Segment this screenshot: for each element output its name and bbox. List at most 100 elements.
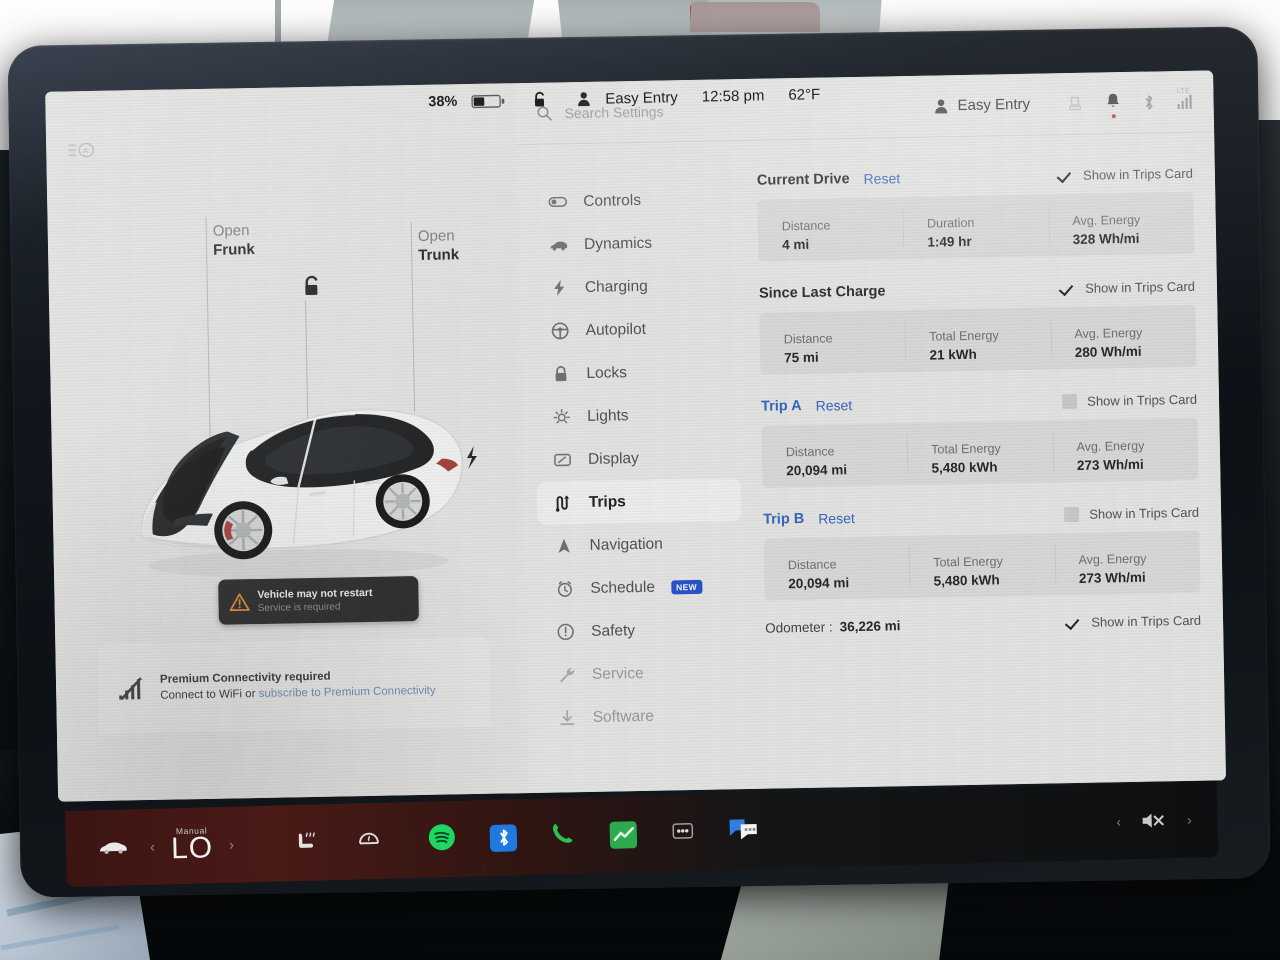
rear-defrost-icon[interactable] <box>356 830 383 853</box>
alert-title: Vehicle may not restart <box>257 586 373 601</box>
settings-nav-list[interactable]: Controls Dynamics Charging Autopilot Locks Li… <box>518 141 758 793</box>
sidebar-item-autopilot[interactable]: Autopilot <box>533 306 738 353</box>
sidebar-item-dynamics[interactable]: Dynamics <box>532 220 737 267</box>
car-seat-icon[interactable] <box>1066 95 1083 112</box>
checkbox[interactable] <box>1066 615 1081 630</box>
checkbox[interactable] <box>1062 393 1078 409</box>
bottom-bar-left: ‹ Manual LO › <box>92 824 251 868</box>
stat-cell: Total Energy 21 kWh <box>905 307 1051 372</box>
stat-value: 280 Wh/mi <box>1074 343 1142 360</box>
volume-down-button[interactable]: ‹ <box>1116 813 1121 829</box>
lte-signal-icon[interactable]: LTE <box>1177 87 1192 109</box>
checkbox[interactable] <box>1060 280 1075 295</box>
sidebar-item-label: Safety <box>590 621 636 640</box>
alert-subtitle: Service is required <box>257 600 341 614</box>
sidebar-item-locks[interactable]: Locks <box>534 349 739 396</box>
stat-label: Distance <box>785 443 835 459</box>
phone-icon[interactable] <box>551 820 577 852</box>
sidebar-item-safety[interactable]: Safety <box>539 607 744 654</box>
connectivity-link[interactable]: subscribe to Premium Connectivity <box>259 685 436 700</box>
stat-cell: Distance 75 mi <box>759 310 905 375</box>
section-header: Trip B Reset Show in Trips Card <box>763 500 1199 532</box>
more-dots-icon[interactable] <box>671 819 696 847</box>
stat-cell: Total Energy 5,480 kWh <box>909 533 1055 598</box>
tesla-touchscreen[interactable]: A Open Frunk Open Trunk Vehicle may not … <box>45 70 1226 802</box>
sidebar-item-lights[interactable]: Lights <box>535 392 740 439</box>
download-icon <box>557 708 577 728</box>
section-title: Current Drive <box>756 171 850 189</box>
section-header: Since Last Charge Show in Trips Card <box>759 274 1195 306</box>
temp-decrease-button[interactable]: ‹ <box>134 838 171 856</box>
stat-label: Distance <box>783 330 833 346</box>
bluetooth-icon[interactable] <box>1142 93 1155 111</box>
checkbox-label: Show in Trips Card <box>1082 165 1193 183</box>
stat-label: Avg. Energy <box>1072 212 1141 228</box>
unlock-icon[interactable] <box>301 275 323 299</box>
seat-heater-icon[interactable] <box>294 830 321 855</box>
notification-dot <box>1111 113 1116 118</box>
notifications-bell[interactable] <box>1105 92 1120 118</box>
section-header: Current Drive Reset Show in Trips Card <box>757 161 1193 193</box>
sidebar-item-navigation[interactable]: Navigation <box>537 521 742 568</box>
stat-value: 5,480 kWh <box>931 458 998 476</box>
sidebar-item-schedule[interactable]: Schedule NEW <box>538 564 743 611</box>
stat-label: Total Energy <box>933 553 1003 570</box>
open-trunk-callout[interactable]: Open Trunk <box>418 226 460 265</box>
bottom-bar-climate-icons <box>294 829 383 855</box>
stat-cell: Distance 20,094 mi <box>761 423 907 488</box>
show-in-trips-card-toggle[interactable]: Show in Trips Card <box>1062 391 1197 409</box>
vehicle-button[interactable] <box>92 840 134 855</box>
vehicle-alert-banner[interactable]: Vehicle may not restart Service is requi… <box>218 576 419 625</box>
stat-row: Distance 75 mi Total Energy 21 kWh Avg. Ener… <box>759 304 1197 375</box>
sidebar-item-label: Lights <box>587 406 629 425</box>
show-in-trips-card-toggle[interactable]: Show in Trips Card <box>1060 278 1195 295</box>
odometer-show-in-trips-card-toggle[interactable]: Show in Trips Card <box>1066 613 1201 630</box>
spotify-icon[interactable] <box>428 822 457 856</box>
sidebar-item-software[interactable]: Software <box>540 693 745 740</box>
info-circle-icon <box>555 622 575 642</box>
checkbox-label: Show in Trips Card <box>1084 278 1196 296</box>
energy-app-icon[interactable] <box>609 820 638 849</box>
show-in-trips-card-toggle[interactable]: Show in Trips Card <box>1058 165 1193 182</box>
climate-temp-display[interactable]: Manual LO <box>170 825 214 866</box>
checkbox[interactable] <box>1058 167 1073 182</box>
battery-icon <box>471 94 505 108</box>
status-temperature: 62°F <box>788 85 821 104</box>
sidebar-item-service[interactable]: Service <box>540 650 745 697</box>
unlock-icon[interactable] <box>531 91 548 109</box>
sun-icon <box>551 407 571 427</box>
settings-profile-chip[interactable]: Easy Entry <box>933 96 1030 115</box>
temp-increase-button[interactable]: › <box>213 836 250 854</box>
odometer-label: Odometer : <box>764 619 833 636</box>
sidebar-item-label: Charging <box>584 277 648 296</box>
lock-icon <box>550 364 570 384</box>
show-in-trips-card-toggle[interactable]: Show in Trips Card <box>1064 504 1199 522</box>
stat-row: Distance 4 mi Duration 1:49 hr Avg. Energy 32… <box>757 191 1195 262</box>
stat-cell: Avg. Energy 273 Wh/mi <box>1052 418 1198 483</box>
open-frunk-callout[interactable]: Open Frunk <box>213 221 255 260</box>
person-icon[interactable] <box>576 91 591 107</box>
checkbox[interactable] <box>1064 506 1080 522</box>
bottom-bar-volume: ‹ › <box>1116 810 1192 832</box>
stat-value: 20,094 mi <box>786 461 848 478</box>
bluetooth-icon[interactable] <box>489 823 518 852</box>
stat-value: 273 Wh/mi <box>1076 456 1144 473</box>
toggle-icon <box>547 192 567 212</box>
sidebar-item-controls[interactable]: Controls <box>531 177 736 224</box>
stat-cell: Avg. Energy 328 Wh/mi <box>1048 192 1194 257</box>
volume-up-button[interactable]: › <box>1187 812 1192 828</box>
open-frunk-action: Open <box>212 222 250 240</box>
messages-icon[interactable] <box>728 816 759 846</box>
premium-connectivity-card[interactable]: Premium Connectivity required Connect to… <box>97 636 491 734</box>
reset-button[interactable]: Reset <box>818 510 855 527</box>
sidebar-item-display[interactable]: Display <box>536 435 741 482</box>
climate-temp-value: LO <box>170 831 214 866</box>
sidebar-item-trips[interactable]: Trips <box>536 478 742 525</box>
vehicle-illustration[interactable] <box>100 354 494 591</box>
reset-button[interactable]: Reset <box>863 170 900 187</box>
reset-button[interactable]: Reset <box>815 397 852 414</box>
speaker-muted-icon[interactable] <box>1141 810 1168 831</box>
section-title: Since Last Charge <box>758 283 886 302</box>
stat-cell: Total Energy 5,480 kWh <box>907 420 1053 485</box>
sidebar-item-charging[interactable]: Charging <box>532 263 737 310</box>
